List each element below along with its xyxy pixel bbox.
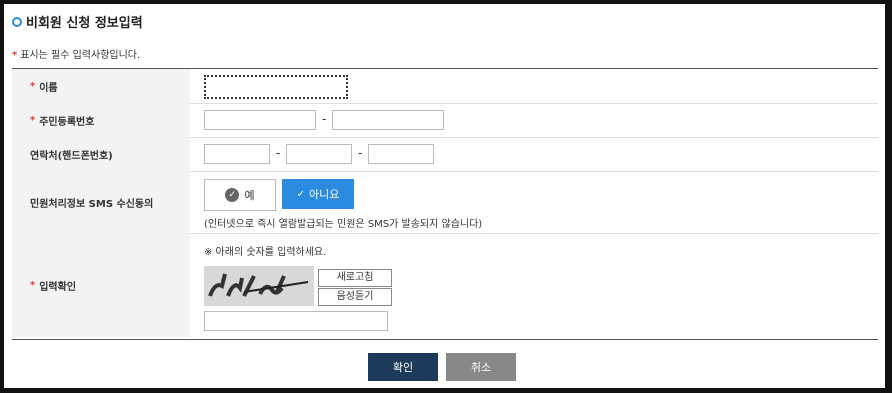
required-icon: * — [30, 80, 36, 92]
cancel-button[interactable]: 취소 — [446, 353, 516, 381]
label-sms: 민원처리정보 SMS 수신동의 — [12, 171, 190, 233]
sms-yes-button[interactable]: ✓ 예 — [204, 179, 276, 211]
captcha-graphic — [204, 266, 314, 306]
captcha-audio-button[interactable]: 음성듣기 — [318, 288, 392, 306]
label-name: * 이름 — [12, 69, 190, 103]
captcha-note: ※ 아래의 숫자를 입력하세요. — [204, 247, 327, 258]
row-name: * 이름 — [12, 69, 878, 104]
check-circle-icon: ✓ — [225, 188, 240, 202]
phone-part1-input[interactable] — [204, 144, 270, 164]
title-text: 비회원 신청 정보입력 — [26, 16, 143, 31]
form-window: 비회원 신청 정보입력 * 표시는 필수 입력사항입니다. * 이름 * 주민등록번호… — [4, 4, 885, 388]
row-sms: 민원처리정보 SMS 수신동의 ✓ 예 ✓ 아니요 (인터넷으로 즉시 열람발급되는… — [12, 171, 878, 234]
phone-part2-input[interactable] — [286, 144, 352, 164]
required-note: * 표시는 필수 입력사항입니다. — [12, 50, 141, 61]
captcha-refresh-button[interactable]: 새로고침 — [318, 269, 392, 287]
check-icon: ✓ — [296, 188, 305, 200]
row-rrn: * 주민등록번호 - — [12, 103, 878, 138]
required-icon: * — [30, 114, 36, 126]
bullet-icon — [12, 16, 22, 27]
phone-part3-input[interactable] — [368, 144, 434, 164]
row-captcha: * 입력확인 ※ 아래의 숫자를 입력하세요. 새로고침 음성듣기 — [12, 233, 878, 337]
sms-no-button[interactable]: ✓ 아니요 — [282, 179, 354, 209]
row-phone: 연락처(핸드폰번호) - - — [12, 137, 878, 172]
name-input[interactable] — [204, 75, 348, 99]
sms-hint: (인터넷으로 즉시 열람발급되는 민원은 SMS가 발송되지 않습니다) — [204, 219, 483, 230]
section-title: 비회원 신청 정보입력 — [12, 12, 143, 31]
required-icon: * — [12, 50, 18, 61]
captcha-input[interactable] — [204, 311, 388, 331]
rrn-front-input[interactable] — [204, 110, 316, 130]
label-phone: 연락처(핸드폰번호) — [12, 137, 190, 171]
required-icon: * — [30, 279, 36, 291]
rrn-back-input[interactable] — [332, 110, 444, 130]
label-captcha: * 입력확인 — [12, 233, 190, 337]
captcha-image — [204, 266, 314, 306]
confirm-button[interactable]: 확인 — [368, 353, 438, 381]
label-rrn: * 주민등록번호 — [12, 103, 190, 137]
form-table: * 이름 * 주민등록번호 - 연락처(핸드폰번호) - - 민원처리정보 SMS … — [12, 68, 878, 340]
